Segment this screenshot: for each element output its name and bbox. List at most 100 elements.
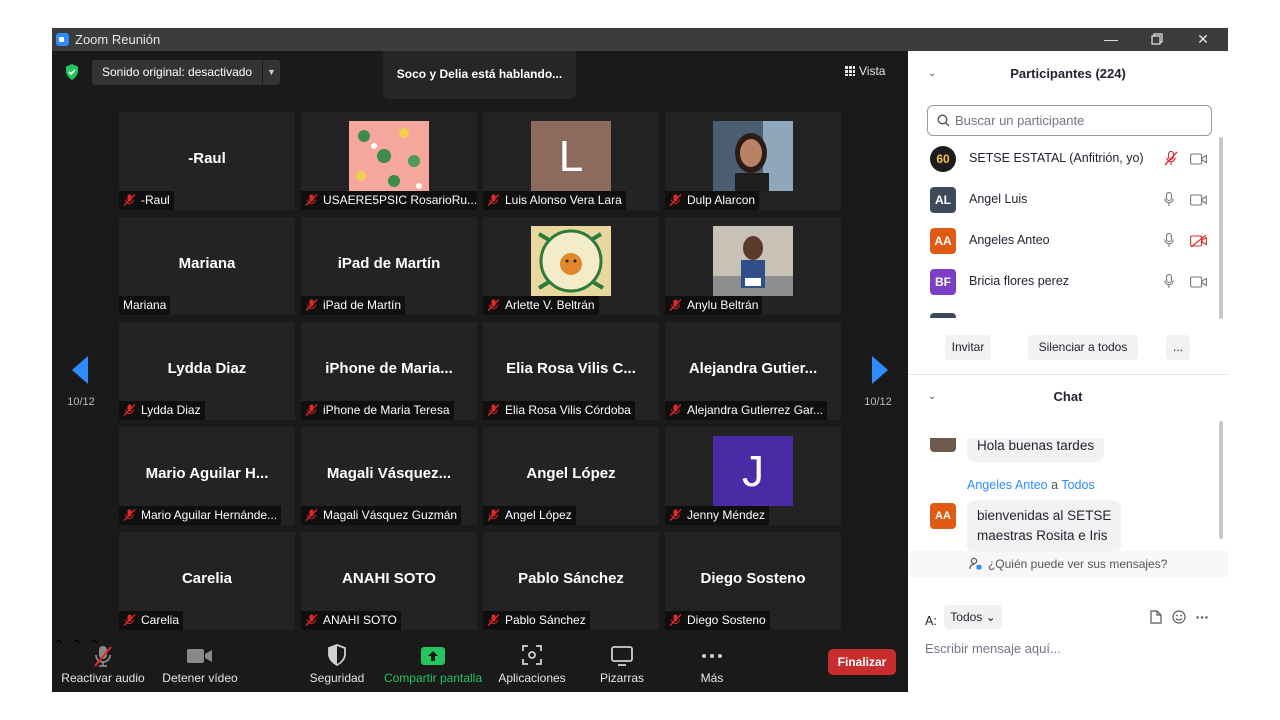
microphone-icon[interactable]: [1164, 273, 1174, 289]
whiteboards-button[interactable]: Pizarras: [587, 636, 657, 692]
previous-page-arrow-icon[interactable]: [72, 356, 88, 384]
unmute-label: Reactivar audio: [61, 671, 145, 685]
video-stage: Sonido original: desactivado ▼ Soco y De…: [52, 51, 908, 692]
participant-video-tile[interactable]: Lydda Diaz Lydda Diaz: [119, 322, 295, 420]
chat-scrollbar[interactable]: [1219, 421, 1223, 539]
muted-mic-icon: [669, 614, 682, 626]
security-button[interactable]: Seguridad: [302, 636, 372, 692]
participant-video-tile[interactable]: Mariana Mariana: [119, 217, 295, 315]
tile-name-label: Alejandra Gutierrez Gar...: [665, 401, 828, 420]
view-button[interactable]: Vista: [845, 64, 885, 78]
emoji-icon[interactable]: [1172, 610, 1186, 624]
original-sound-dropdown[interactable]: Sonido original: desactivado ▼: [92, 60, 280, 85]
unmute-button[interactable]: Reactivar audio: [57, 636, 149, 692]
participant-video-tile[interactable]: Diego Sosteno Diego Sosteno: [665, 532, 841, 630]
recipient-dropdown[interactable]: Todos ⌄: [944, 605, 1002, 629]
tile-name: -Raul: [141, 193, 170, 207]
muted-mic-icon: [487, 614, 500, 626]
chat-message-input[interactable]: Escribir mensaje aquí...: [925, 641, 1061, 656]
share-screen-button[interactable]: Compartir pantalla: [380, 636, 486, 692]
participant-search-input[interactable]: Buscar un participante: [927, 105, 1212, 136]
muted-mic-icon: [669, 299, 682, 311]
tile-name-label: Diego Sosteno: [665, 611, 770, 630]
tile-name: Angel López: [505, 508, 572, 522]
stop-video-button[interactable]: Detener vídeo: [157, 636, 243, 692]
participant-video-tile[interactable]: iPad de Martín iPad de Martín: [301, 217, 477, 315]
zoom-window: Zoom Reunión — ✕ Sonido original: desact…: [52, 28, 1228, 692]
muted-mic-icon: [669, 194, 682, 206]
camera-off-icon[interactable]: [1190, 234, 1207, 248]
camera-icon[interactable]: [1190, 194, 1207, 206]
person-lock-icon: [968, 557, 982, 570]
tile-display-name: Pablo Sánchez: [518, 570, 624, 587]
participant-row[interactable]: 60 SETSE ESTATAL (Anfitrión, yo): [928, 142, 1218, 176]
participant-video-tile[interactable]: Dulp Alarcon: [665, 112, 841, 210]
minimize-icon[interactable]: —: [1088, 28, 1134, 51]
next-page-arrow-icon[interactable]: [872, 356, 888, 384]
muted-microphone-icon[interactable]: [1164, 150, 1178, 166]
mute-all-button[interactable]: Silenciar a todos: [1028, 335, 1138, 360]
participants-more-button[interactable]: ...: [1166, 335, 1190, 360]
participant-row-clipped[interactable]: [930, 313, 956, 318]
meeting-toolbar: Reactivar audio ⌃ Detener vídeo ⌃ Seguri…: [52, 636, 908, 692]
recipient-value: Todos: [950, 610, 983, 624]
more-button[interactable]: Más: [682, 636, 742, 692]
participant-video-tile[interactable]: iPhone de Maria... iPhone de Maria Teresa: [301, 322, 477, 420]
who-can-see-messages-link[interactable]: ¿Quién puede ver sus mensajes?: [908, 551, 1228, 577]
muted-mic-icon: [669, 404, 682, 416]
tile-display-name: ANAHI SOTO: [342, 570, 436, 587]
participant-video-tile[interactable]: L Luis Alonso Vera Lara: [483, 112, 659, 210]
participant-video-tile[interactable]: Alejandra Gutier... Alejandra Gutierrez G…: [665, 322, 841, 420]
microphone-icon[interactable]: [1164, 232, 1174, 248]
participant-name: Angel Luis: [969, 192, 1028, 206]
side-panel: ⌄ Participantes (224) Buscar un particip…: [908, 51, 1228, 692]
message-recipient-link[interactable]: Todos: [1061, 478, 1094, 492]
close-icon[interactable]: ✕: [1180, 28, 1226, 51]
participant-video-tile[interactable]: USAERE5PSIC RosarioRu...: [301, 112, 477, 210]
file-icon[interactable]: [1150, 610, 1162, 624]
portrait-image: [713, 121, 793, 191]
restore-icon[interactable]: [1134, 28, 1180, 51]
message-sender-link[interactable]: Angeles Anteo: [967, 478, 1048, 492]
participant-name: SETSE ESTATAL (Anfitrión, yo): [969, 151, 1144, 165]
participant-video-tile[interactable]: J Jenny Méndez: [665, 427, 841, 525]
encryption-shield-icon[interactable]: [65, 64, 79, 80]
participant-video-tile[interactable]: ANAHI SOTO ANAHI SOTO: [301, 532, 477, 630]
camera-icon[interactable]: [1190, 276, 1207, 288]
participant-video-tile[interactable]: Mario Aguilar H... Mario Aguilar Hernánde…: [119, 427, 295, 525]
invite-button[interactable]: Invitar: [945, 335, 991, 360]
muted-mic-icon: [305, 614, 318, 626]
participant-row[interactable]: BF Bricia flores perez: [928, 265, 1218, 299]
participant-video-tile[interactable]: Angel López Angel López: [483, 427, 659, 525]
participant-video-tile[interactable]: Magali Vásquez... Magali Vásquez Guzmán: [301, 427, 477, 525]
participant-video-tile[interactable]: Pablo Sánchez Pablo Sánchez: [483, 532, 659, 630]
microphone-icon[interactable]: [1164, 191, 1174, 207]
chat-more-icon[interactable]: [1196, 616, 1208, 619]
participant-video-tile[interactable]: Arlette V. Beltrán: [483, 217, 659, 315]
tile-display-name: Elia Rosa Vilis C...: [506, 360, 636, 377]
apps-button[interactable]: Aplicaciones: [492, 636, 572, 692]
tile-name: Elia Rosa Vilis Córdoba: [505, 403, 631, 417]
participant-video-tile[interactable]: Carelia Carelia: [119, 532, 295, 630]
participant-video-tile[interactable]: Elia Rosa Vilis C... Elia Rosa Vilis Córd…: [483, 322, 659, 420]
tile-name-label: iPad de Martín: [301, 296, 406, 315]
tile-name: Alejandra Gutierrez Gar...: [687, 403, 824, 417]
participant-video-tile[interactable]: Anylu Beltrán: [665, 217, 841, 315]
chat-message-line: maestras Rosita e Iris: [977, 528, 1108, 543]
participant-row[interactable]: AL Angel Luis: [928, 183, 1218, 217]
participant-avatar: AA: [930, 228, 956, 254]
participant-row[interactable]: AA Angeles Anteo: [928, 224, 1218, 258]
tile-name-label: -Raul: [119, 191, 174, 210]
tile-name: Arlette V. Beltrán: [505, 298, 595, 312]
participant-list-scrollbar[interactable]: [1219, 137, 1223, 319]
tile-name: Anylu Beltrán: [687, 298, 759, 312]
chevron-down-icon[interactable]: ▼: [262, 60, 280, 85]
tile-name: Lydda Diaz: [141, 403, 201, 417]
camera-icon[interactable]: [1190, 153, 1207, 165]
muted-microphone-icon: [94, 646, 112, 667]
end-meeting-button[interactable]: Finalizar: [828, 649, 896, 675]
apps-icon: [522, 645, 542, 665]
participant-video-tile[interactable]: -Raul -Raul: [119, 112, 295, 210]
more-label: Más: [700, 671, 724, 685]
share-screen-label: Compartir pantalla: [383, 671, 483, 685]
